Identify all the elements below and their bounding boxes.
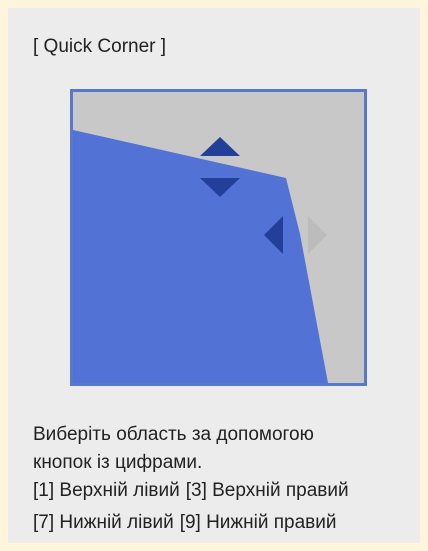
corner-preview-canvas [70, 89, 367, 386]
legend-upper-left: [1] Верхній лівий [33, 480, 180, 501]
corner-preview [70, 89, 367, 386]
instruction-line-1: Виберіть область за допомогою [33, 424, 314, 445]
legend-row-upper: [1] Верхній лівий [3] Верхній правий [33, 477, 349, 505]
legend-upper-right: [3] Верхній правий [185, 480, 349, 501]
legend-row-lower: [7] Нижній лівий [9] Нижній правий [33, 509, 349, 537]
legend-lower-right: [9] Нижній правий [179, 512, 337, 533]
legend-lower-left: [7] Нижній лівий [33, 512, 174, 533]
instructions: Виберіть область за допомогою кнопок із … [33, 421, 349, 537]
instruction-line-2: кнопок із цифрами. [33, 452, 203, 473]
panel-title: [ Quick Corner ] [33, 36, 167, 57]
